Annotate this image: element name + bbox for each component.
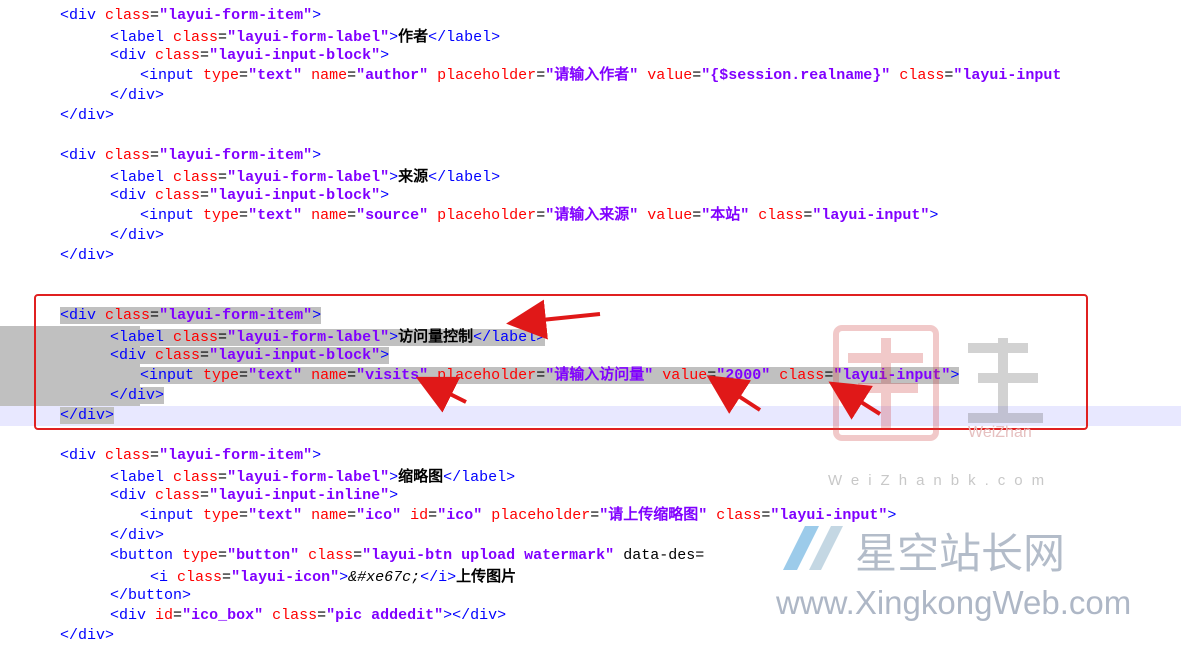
xingkong-cn-watermark: 星空站长网 bbox=[855, 529, 1066, 578]
code-editor[interactable]: <div class="layui-form-item"> <label cla… bbox=[0, 0, 1181, 644]
code-line: </div> bbox=[60, 627, 115, 644]
weizhan-watermark-logo bbox=[833, 325, 1043, 441]
code-line: <div class="layui-input-block"> bbox=[110, 47, 390, 64]
xingkong-logo-icon bbox=[783, 526, 843, 570]
code-line: <div class="layui-form-item"> bbox=[60, 147, 322, 164]
code-line: <label class="layui-form-label">缩略图</lab… bbox=[110, 467, 516, 486]
code-line: </div> bbox=[60, 107, 115, 124]
code-line: </div> bbox=[110, 87, 165, 104]
code-line: <div id="ico_box" class="pic addedit"></… bbox=[110, 607, 507, 624]
weizhan-faint-text: WeiZhan bbox=[968, 424, 1032, 441]
code-line: <label class="layui-form-label">作者</labe… bbox=[110, 27, 501, 46]
code-line: <div class="layui-form-item"> bbox=[60, 7, 322, 24]
code-line: <input type="text" name="source" placeho… bbox=[140, 207, 939, 224]
code-line: <div class="layui-input-inline"> bbox=[110, 487, 399, 504]
code-line: <div class="layui-input-block"> bbox=[110, 187, 390, 204]
weizhan-url-watermark: WeiZhanbk.com bbox=[828, 472, 1054, 489]
code-line: <label class="layui-form-label">来源</labe… bbox=[110, 167, 501, 186]
xingkong-url-watermark: www.XingkongWeb.com bbox=[776, 584, 1132, 621]
code-line: <div class="layui-form-item"> bbox=[60, 447, 322, 464]
code-line: <input type="text" name="author" placeho… bbox=[140, 67, 1062, 84]
code-line: <button type="button" class="layui-btn u… bbox=[110, 547, 705, 564]
code-line: </div> bbox=[60, 247, 115, 264]
code-line: </button> bbox=[110, 587, 192, 604]
code-line: </div> bbox=[110, 227, 165, 244]
code-line: </div> bbox=[110, 527, 165, 544]
code-line: <i class="layui-icon">&#xe67c;</i>上传图片 bbox=[150, 567, 517, 586]
